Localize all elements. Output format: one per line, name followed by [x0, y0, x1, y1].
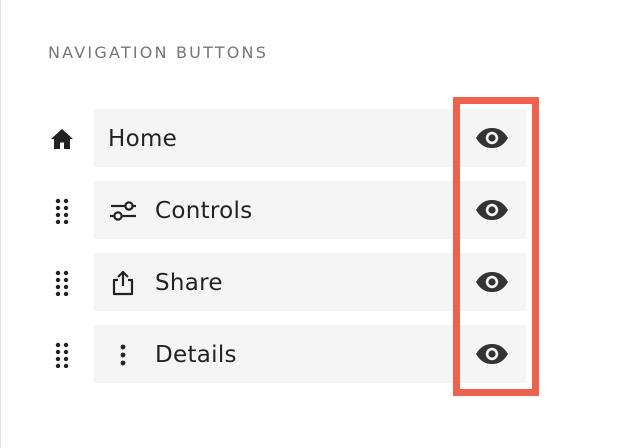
section-title: NAVIGATION BUTTONS [48, 43, 269, 62]
home-icon [47, 124, 77, 154]
nav-row-details: Details [1, 325, 628, 383]
nav-item-share[interactable]: Share [94, 253, 526, 311]
nav-item-label: Details [155, 342, 237, 368]
nav-item-label: Controls [155, 198, 253, 224]
drag-handle-icon[interactable] [47, 268, 77, 298]
vertical-dots-icon [108, 341, 138, 369]
nav-row-controls: Controls [1, 181, 628, 239]
nav-item-details[interactable]: Details [94, 325, 526, 383]
nav-item-label: Share [155, 270, 223, 296]
eye-icon[interactable] [474, 269, 510, 295]
drag-handle-icon[interactable] [47, 196, 77, 226]
eye-icon[interactable] [474, 125, 510, 151]
share-icon [108, 269, 138, 297]
nav-row-home: Home [1, 109, 628, 167]
navigation-settings-panel: NAVIGATION BUTTONS Home Controls Share D… [0, 0, 628, 448]
drag-handle-icon[interactable] [47, 340, 77, 370]
sliders-icon [108, 197, 138, 225]
nav-item-controls[interactable]: Controls [94, 181, 526, 239]
nav-item-home[interactable]: Home [94, 109, 526, 167]
nav-row-share: Share [1, 253, 628, 311]
nav-item-label: Home [108, 126, 178, 152]
eye-icon[interactable] [474, 341, 510, 367]
eye-icon[interactable] [474, 197, 510, 223]
